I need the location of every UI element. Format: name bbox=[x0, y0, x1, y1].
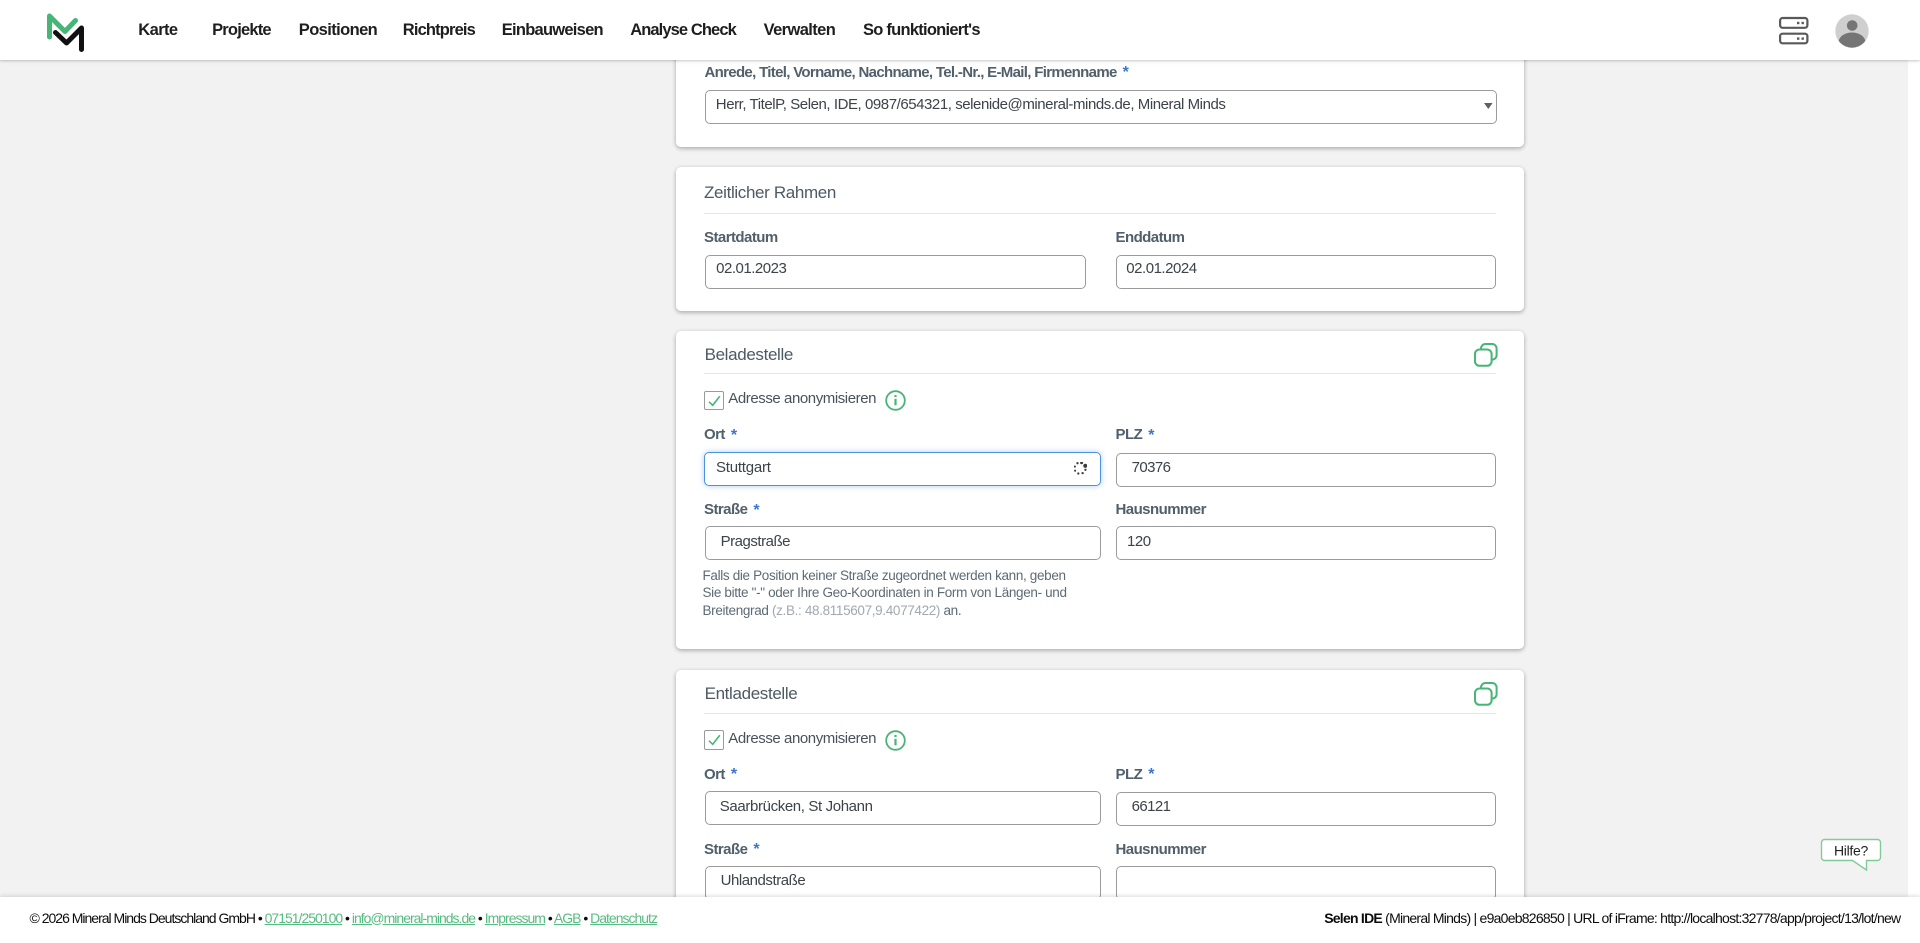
svg-text:Hilfe?: Hilfe? bbox=[1834, 843, 1869, 859]
